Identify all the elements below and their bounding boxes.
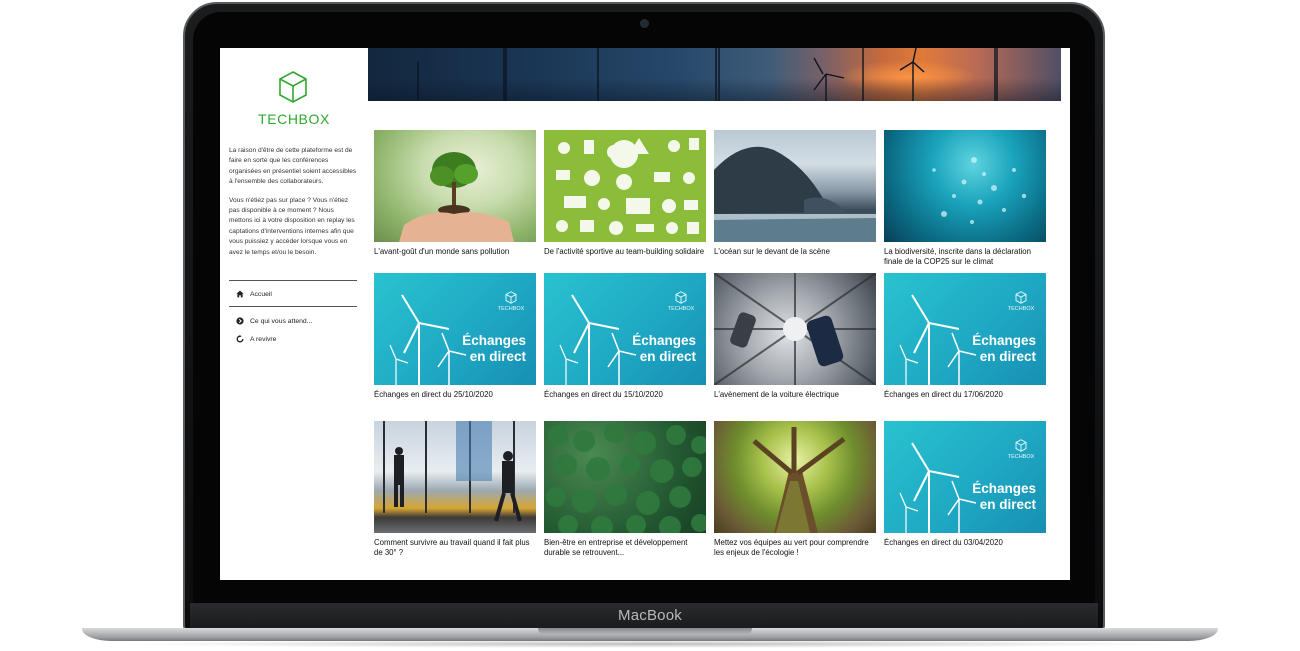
- video-card[interactable]: TECHBOX Échanges en direct Échanges en d…: [544, 273, 706, 400]
- techbox-cube-icon: [505, 291, 517, 304]
- video-card[interactable]: L'océan sur le devant de la scène: [714, 130, 876, 257]
- techbox-badge-text: TECHBOX: [667, 306, 695, 312]
- video-title[interactable]: De l'activité sportive au team-building …: [544, 247, 706, 257]
- techbox-badge-text: TECHBOX: [497, 306, 525, 312]
- video-title[interactable]: Bien-être en entreprise et développement…: [544, 538, 706, 557]
- screen: TECHBOX La raison d'être de cette platef…: [220, 48, 1070, 580]
- video-thumbnail[interactable]: [544, 130, 706, 242]
- live-overlay-title: Échanges en direct: [972, 333, 1036, 365]
- wind-turbines-image: [389, 294, 467, 385]
- techbox-badge-text: TECHBOX: [1007, 454, 1035, 460]
- live-title-line: en direct: [979, 349, 1036, 364]
- home-icon: [236, 290, 244, 298]
- video-title[interactable]: Échanges en direct du 25/10/2020: [374, 390, 536, 400]
- underwater-bubbles-image: [932, 157, 1027, 224]
- divider: [229, 280, 357, 281]
- tree-trunk-canopy-image: [752, 427, 846, 533]
- live-title-line: Échanges: [972, 333, 1036, 348]
- laptop-shadow: [120, 640, 1180, 648]
- laptop-mockup: MacBook TECHBOX La raison d'être de cett…: [0, 0, 1300, 651]
- video-thumbnail[interactable]: [884, 130, 1046, 242]
- nav-label: A revivre: [250, 335, 277, 343]
- video-thumbnail[interactable]: [714, 130, 876, 242]
- video-thumbnail[interactable]: TECHBOX Échanges en direct: [884, 273, 1046, 385]
- techbox-badge: TECHBOX: [1006, 439, 1036, 460]
- live-overlay-title: Échanges en direct: [462, 333, 526, 365]
- video-thumbnail[interactable]: [714, 273, 876, 385]
- live-overlay-title: Échanges en direct: [632, 333, 696, 365]
- video-card[interactable]: De l'activité sportive au team-building …: [544, 130, 706, 257]
- nav-label: Accueil: [250, 290, 272, 298]
- techbox-logo-icon[interactable]: [278, 70, 308, 104]
- nav-item-a-revivre[interactable]: A revivre: [236, 335, 276, 343]
- video-card[interactable]: TECHBOX Échanges en direct Échanges en d…: [884, 273, 1046, 400]
- live-title-line: Échanges: [462, 333, 526, 348]
- techbox-badge: TECHBOX: [496, 291, 526, 312]
- tree-in-hands-image: [399, 152, 514, 242]
- replay-icon: [236, 335, 244, 343]
- video-title[interactable]: Échanges en direct du 17/06/2020: [884, 390, 1046, 400]
- video-card[interactable]: TECHBOX Échanges en direct Échanges en d…: [374, 273, 536, 400]
- video-title[interactable]: La biodiversité, inscrite dans la déclar…: [884, 247, 1046, 266]
- video-thumbnail[interactable]: [714, 421, 876, 533]
- video-card[interactable]: TECHBOX Échanges en direct Échanges en d…: [884, 421, 1046, 548]
- video-card[interactable]: L'avant-goût d'un monde sans pollution: [374, 130, 536, 257]
- nav-item-accueil[interactable]: Accueil: [236, 290, 272, 298]
- camera-icon: [641, 20, 648, 27]
- live-title-line: en direct: [979, 497, 1036, 512]
- video-card[interactable]: L'avènement de la voiture électrique: [714, 273, 876, 400]
- nav-item-ce-qui-vous-attend[interactable]: Ce qui vous attend...: [236, 317, 312, 325]
- video-card[interactable]: Comment survivre au travail quand il fai…: [374, 421, 536, 557]
- techbox-badge: TECHBOX: [666, 291, 696, 312]
- video-thumbnail[interactable]: [374, 130, 536, 242]
- divider: [229, 306, 357, 307]
- video-title[interactable]: Échanges en direct du 03/04/2020: [884, 538, 1046, 548]
- video-card[interactable]: Bien-être en entreprise et développement…: [544, 421, 706, 557]
- live-title-line: Échanges: [632, 333, 696, 348]
- video-title[interactable]: Mettez vos équipes au vert pour comprend…: [714, 538, 876, 557]
- video-title[interactable]: L'avènement de la voiture électrique: [714, 390, 876, 400]
- video-thumbnail[interactable]: [374, 421, 536, 533]
- video-thumbnail[interactable]: TECHBOX Échanges en direct: [374, 273, 536, 385]
- live-title-line: en direct: [639, 349, 696, 364]
- video-thumbnail[interactable]: [544, 421, 706, 533]
- wind-turbines-banner-image: [417, 48, 998, 101]
- car-tower-image: [714, 273, 876, 385]
- techbox-cube-icon: [1015, 291, 1027, 304]
- logo-text[interactable]: TECHBOX: [220, 111, 368, 127]
- live-title-line: en direct: [469, 349, 526, 364]
- video-title[interactable]: L'avant-goût d'un monde sans pollution: [374, 247, 536, 257]
- office-businessmen-image: [383, 421, 522, 522]
- circle-arrow-icon: [236, 317, 244, 325]
- intro-paragraph: Vous n'étiez pas sur place ? Vous n'étie…: [229, 196, 355, 256]
- nav-label: Ce qui vous attend...: [250, 317, 313, 325]
- ocean-cliffs-image: [714, 146, 876, 242]
- video-title[interactable]: Comment survivre au travail quand il fai…: [374, 538, 536, 557]
- intro-text: La raison d'être de cette plateforme est…: [229, 146, 359, 258]
- video-card[interactable]: Mettez vos équipes au vert pour comprend…: [714, 421, 876, 557]
- video-card[interactable]: La biodiversité, inscrite dans la déclar…: [884, 130, 1046, 266]
- techbox-badge-text: TECHBOX: [1007, 306, 1035, 312]
- wind-turbines-image: [899, 442, 977, 533]
- sidebar: TECHBOX La raison d'être de cette platef…: [220, 48, 368, 580]
- forest-aerial-image: [546, 423, 706, 533]
- header-banner: [368, 48, 1061, 101]
- wind-turbines-image: [899, 294, 977, 385]
- video-thumbnail[interactable]: TECHBOX Échanges en direct: [884, 421, 1046, 533]
- techbox-cube-icon: [675, 291, 687, 304]
- eco-icons-pattern-image: [556, 138, 699, 235]
- video-title[interactable]: L'océan sur le devant de la scène: [714, 247, 876, 257]
- techbox-badge: TECHBOX: [1006, 291, 1036, 312]
- wind-turbines-image: [559, 294, 637, 385]
- video-thumbnail[interactable]: TECHBOX Échanges en direct: [544, 273, 706, 385]
- techbox-cube-icon: [1015, 439, 1027, 452]
- intro-paragraph: La raison d'être de cette plateforme est…: [229, 147, 357, 186]
- live-title-line: Échanges: [972, 481, 1036, 496]
- live-overlay-title: Échanges en direct: [972, 481, 1036, 513]
- device-brand-label: MacBook: [618, 607, 682, 624]
- video-title[interactable]: Échanges en direct du 15/10/2020: [544, 390, 706, 400]
- laptop-notch: [538, 628, 752, 635]
